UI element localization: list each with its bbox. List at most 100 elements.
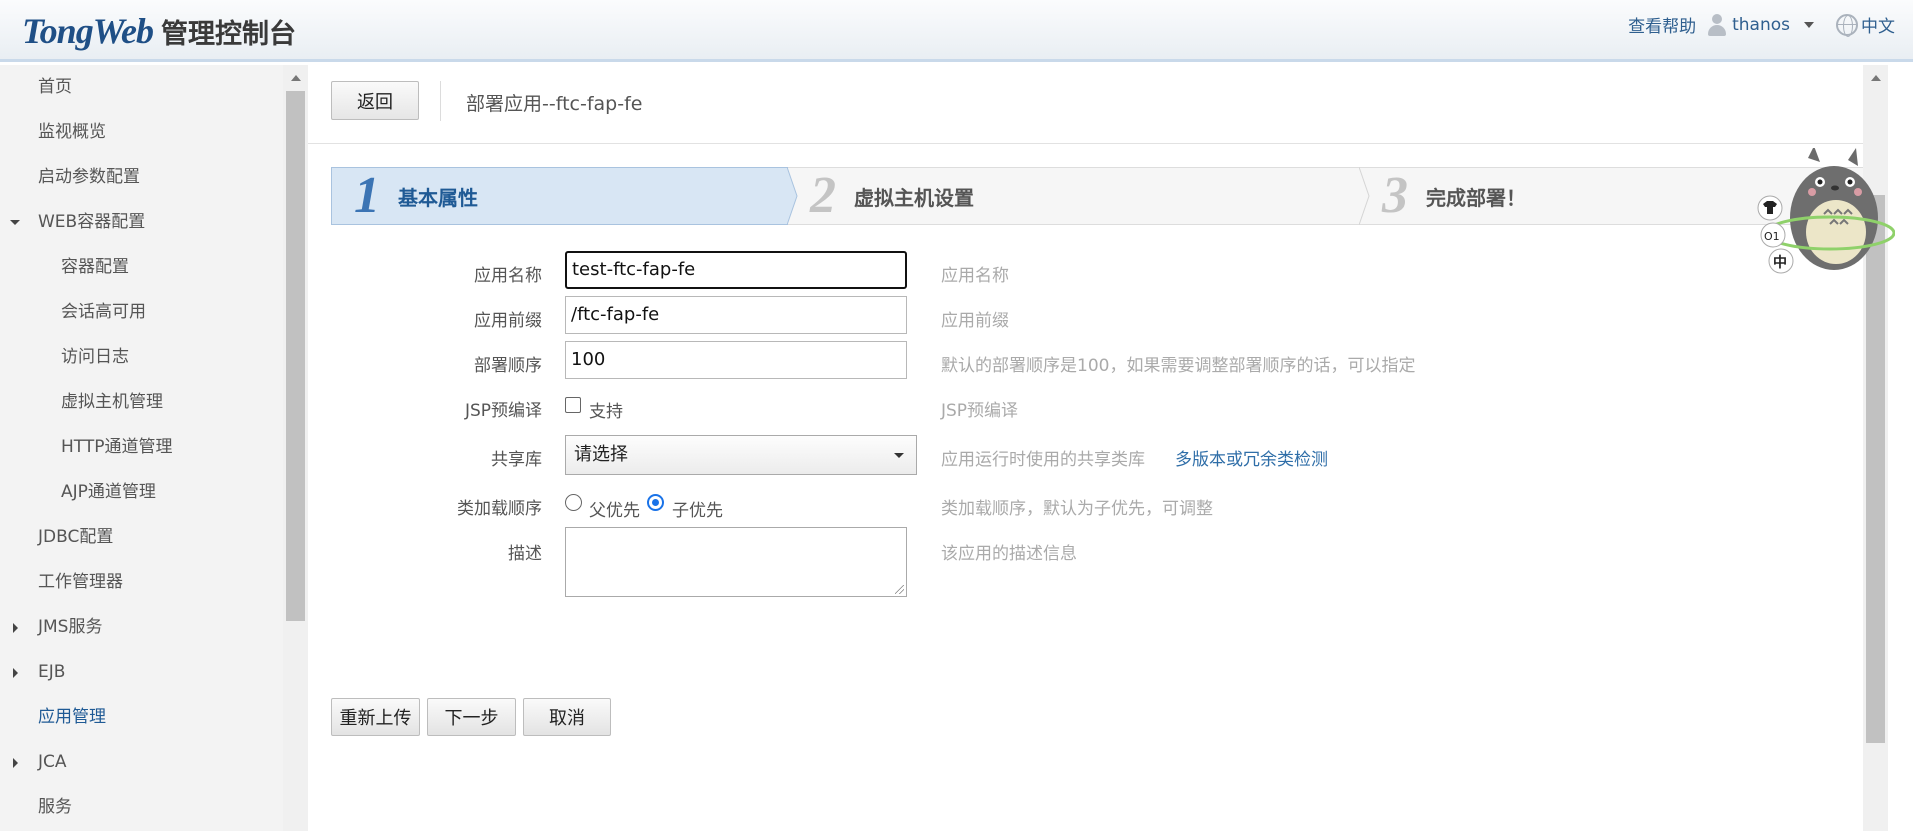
description-label: 描述 xyxy=(508,544,542,564)
jsp-precompile-hint: JSP预编译 xyxy=(941,401,1019,421)
step-number: 1 xyxy=(354,167,380,224)
child-first-label[interactable]: 子优先 xyxy=(672,496,723,521)
step-arrow-icon xyxy=(1359,167,1373,225)
language-switch[interactable]: 中文 xyxy=(1861,12,1895,37)
user-dropdown-caret-icon[interactable] xyxy=(1804,21,1814,28)
sidebar-item-label: JCA xyxy=(38,752,67,772)
scroll-up-arrow-icon[interactable] xyxy=(291,75,301,81)
chevron-down-icon xyxy=(894,453,904,458)
back-button[interactable]: 返回 xyxy=(331,81,419,120)
deploy-order-hint: 默认的部署顺序是100，如果需要调整部署顺序的话，可以指定 xyxy=(941,356,1416,376)
jsp-precompile-label: JSP预编译 xyxy=(464,401,542,421)
main-content: 返回 部署应用--ftc-fap-fe 1 基本属性 2 虚拟主机设置 3 完成… xyxy=(308,65,1888,831)
help-link[interactable]: 查看帮助 xyxy=(1628,12,1696,37)
step-basic-properties: 1 基本属性 xyxy=(331,167,788,225)
sidebar-item-access-log[interactable]: 访问日志 xyxy=(0,335,283,380)
tongweb-logo: TongWeb 管理控制台 xyxy=(22,10,297,51)
description-hint: 该应用的描述信息 xyxy=(941,544,1077,564)
sidebar: 首页 监视概览 启动参数配置 WEB容器配置 容器配置 会话高可用 访问日志 虚… xyxy=(0,65,308,831)
logo-brand-text: TongWeb xyxy=(22,11,154,51)
sidebar-item-label: JMS服务 xyxy=(38,617,103,637)
scroll-up-arrow-icon[interactable] xyxy=(1871,75,1881,81)
app-name-hint: 应用名称 xyxy=(941,266,1009,286)
totoro-mascot-widget[interactable]: O1 中 xyxy=(1750,146,1896,278)
sidebar-item-ejb[interactable]: EJB xyxy=(0,650,283,695)
class-loading-hint: 类加载顺序，默认为子优先，可调整 xyxy=(941,499,1213,519)
jsp-precompile-checkbox[interactable] xyxy=(565,397,581,413)
sidebar-item-label: 首页 xyxy=(38,77,72,97)
sidebar-item-label: HTTP通道管理 xyxy=(61,437,173,457)
cancel-button[interactable]: 取消 xyxy=(523,698,611,736)
sidebar-item-app-management[interactable]: 应用管理 xyxy=(0,695,283,740)
sidebar-item-session-ha[interactable]: 会话高可用 xyxy=(0,290,283,335)
shared-lib-selected-value: 请选择 xyxy=(574,444,628,465)
sidebar-item-jdbc[interactable]: JDBC配置 xyxy=(0,515,283,560)
sidebar-item-ajp-channel[interactable]: AJP通道管理 xyxy=(0,470,283,515)
console-title: 管理控制台 xyxy=(161,19,297,50)
sidebar-item-home[interactable]: 首页 xyxy=(0,65,283,110)
sidebar-item-label: AJP通道管理 xyxy=(61,482,156,502)
resize-grip-icon[interactable] xyxy=(895,585,904,594)
sidebar-item-monitor-overview[interactable]: 监视概览 xyxy=(0,110,283,155)
step-virtual-host: 2 虚拟主机设置 xyxy=(788,167,1360,225)
toolbar-divider xyxy=(440,81,441,121)
sidebar-nav: 首页 监视概览 启动参数配置 WEB容器配置 容器配置 会话高可用 访问日志 虚… xyxy=(0,65,283,830)
step-label: 虚拟主机设置 xyxy=(854,185,974,210)
app-name-input[interactable]: test-ftc-fap-fe xyxy=(565,251,907,289)
shared-lib-select[interactable]: 请选择 xyxy=(565,435,917,475)
step-label: 完成部署！ xyxy=(1426,185,1526,210)
jsp-precompile-option-label[interactable]: 支持 xyxy=(589,397,623,422)
app-name-label: 应用名称 xyxy=(474,266,542,286)
sidebar-item-startup-params[interactable]: 启动参数配置 xyxy=(0,155,283,200)
header-actions: 查看帮助 thanos 中文 xyxy=(1628,12,1895,37)
page-title: 部署应用--ftc-fap-fe xyxy=(466,93,643,115)
top-header: TongWeb 管理控制台 查看帮助 thanos 中文 xyxy=(0,0,1913,62)
step-arrow-icon xyxy=(787,167,801,225)
sidebar-item-virtual-host[interactable]: 虚拟主机管理 xyxy=(0,380,283,425)
expanded-triangle-icon[interactable] xyxy=(10,220,20,225)
sidebar-item-label: 启动参数配置 xyxy=(38,167,140,187)
sidebar-item-work-manager[interactable]: 工作管理器 xyxy=(0,560,283,605)
collapsed-triangle-icon[interactable] xyxy=(13,623,18,633)
sidebar-item-label: JDBC配置 xyxy=(38,527,114,547)
sidebar-scroll-thumb[interactable] xyxy=(286,91,305,621)
app-prefix-label: 应用前缀 xyxy=(474,311,542,331)
sidebar-item-http-channel[interactable]: HTTP通道管理 xyxy=(0,425,283,470)
sidebar-item-jca[interactable]: JCA xyxy=(0,740,283,785)
sidebar-item-label: EJB xyxy=(38,662,66,682)
sidebar-item-label: 服务 xyxy=(38,797,72,817)
shared-lib-hint: 应用运行时使用的共享类库 多版本或冗余类检测 xyxy=(941,445,1328,470)
wizard-steps: 1 基本属性 2 虚拟主机设置 3 完成部署！ xyxy=(331,167,1876,225)
sidebar-item-label: 工作管理器 xyxy=(38,572,123,592)
next-step-button[interactable]: 下一步 xyxy=(427,698,516,736)
header-divider xyxy=(308,143,1884,144)
sidebar-item-label: 虚拟主机管理 xyxy=(61,392,163,412)
mascot-language-badge[interactable]: 中 xyxy=(1773,252,1787,272)
parent-first-radio[interactable] xyxy=(565,494,582,511)
shared-lib-hint-text: 应用运行时使用的共享类库 xyxy=(941,450,1145,470)
sidebar-item-label: 会话高可用 xyxy=(61,302,146,322)
svg-text:O1: O1 xyxy=(1764,230,1780,243)
step-label: 基本属性 xyxy=(398,185,478,210)
deploy-order-input[interactable]: 100 xyxy=(565,341,907,379)
app-prefix-input[interactable]: /ftc-fap-fe xyxy=(565,296,907,334)
username-menu[interactable]: thanos xyxy=(1732,15,1790,35)
child-first-radio[interactable] xyxy=(647,494,664,511)
sidebar-item-services[interactable]: 服务 xyxy=(0,785,283,830)
parent-first-label[interactable]: 父优先 xyxy=(589,496,640,521)
class-conflict-check-link[interactable]: 多版本或冗余类检测 xyxy=(1175,450,1328,470)
description-textarea[interactable] xyxy=(565,527,907,597)
globe-icon xyxy=(1836,13,1858,37)
sidebar-item-container-config[interactable]: 容器配置 xyxy=(0,245,283,290)
sidebar-item-jms[interactable]: JMS服务 xyxy=(0,605,283,650)
collapsed-triangle-icon[interactable] xyxy=(13,758,18,768)
shared-lib-label: 共享库 xyxy=(491,450,542,470)
reupload-button[interactable]: 重新上传 xyxy=(331,698,420,736)
deploy-order-label: 部署顺序 xyxy=(474,356,542,376)
sidebar-item-web-container[interactable]: WEB容器配置 xyxy=(0,200,283,245)
sidebar-scrollbar[interactable] xyxy=(283,65,308,831)
collapsed-triangle-icon[interactable] xyxy=(13,668,18,678)
user-icon xyxy=(1706,13,1728,37)
sidebar-item-label: 应用管理 xyxy=(38,707,106,727)
sidebar-item-label: 容器配置 xyxy=(61,257,129,277)
